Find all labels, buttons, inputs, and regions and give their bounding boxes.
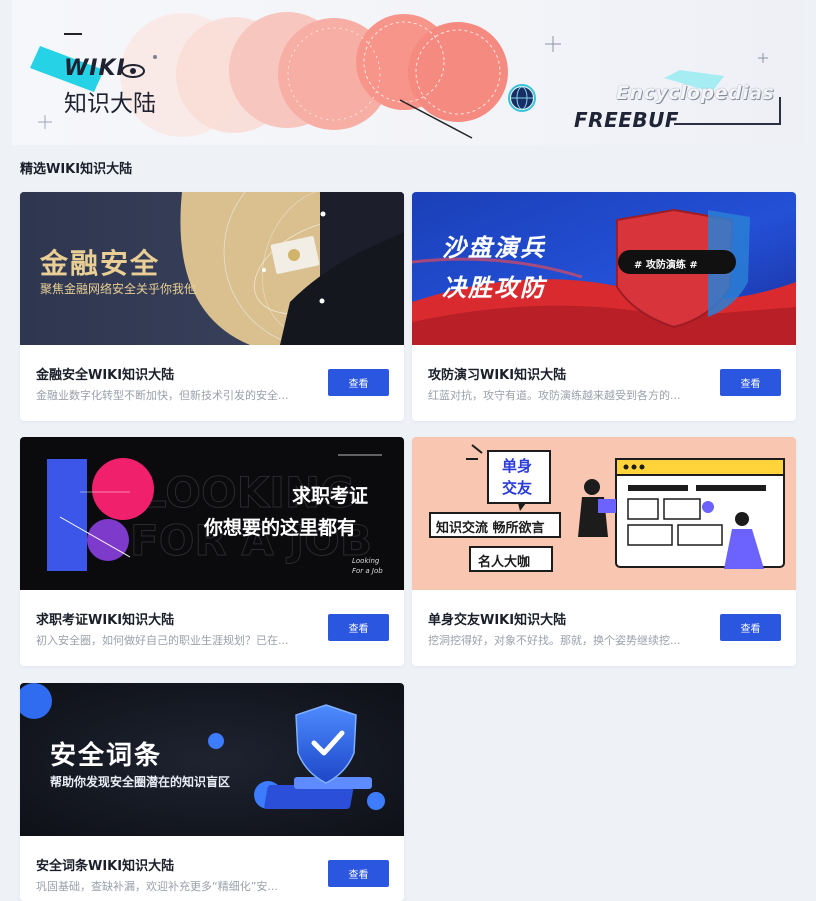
banner-graphic (30, 12, 781, 139)
card-cover-image: 沙盘演兵 决胜攻防 # 攻防演练 # (412, 192, 796, 345)
freebuf-logo-text: FREEBUF (574, 108, 680, 132)
cover-small-1: Looking (352, 557, 380, 565)
card-cover-image: 安全词条 帮助你发现安全圈潜在的知识盲区 (20, 683, 404, 836)
card-title: 安全词条WIKI知识大陆 (36, 859, 175, 874)
card-cover-image: 金融安全 聚焦金融网络安全关乎你我他 (20, 192, 404, 345)
wiki-card-finance[interactable]: 金融安全 聚焦金融网络安全关乎你我他 金融安全WIKI知识大陆 金融业数字化转型… (20, 192, 404, 421)
card-description: 金融业数字化转型不断加快，但新技术引发的安全... (36, 389, 289, 402)
view-button[interactable]: 查看 (328, 369, 389, 396)
view-button[interactable]: 查看 (328, 614, 389, 641)
cover-title-1: 求职考证 (292, 485, 369, 507)
wiki-card-glossary[interactable]: 安全词条 帮助你发现安全圈潜在的知识盲区 安全词条WIKI知识大陆 巩固基础，查… (20, 683, 404, 901)
cover-tag-2: 名人大咖 (478, 555, 531, 570)
wiki-card-job[interactable]: LOOKING FOR A JOB 求职考证 你想要的这里都有 Looking … (20, 437, 404, 666)
cover-tag: # 攻防演练 # (634, 260, 698, 271)
card-cover-image: LOOKING FOR A JOB 求职考证 你想要的这里都有 Looking … (20, 437, 404, 590)
cover-title: 金融安全 (40, 247, 161, 280)
banner-subtitle: 知识大陆 (64, 91, 156, 117)
card-description: 巩固基础，查缺补漏，欢迎补充更多“精细化”安... (36, 880, 278, 893)
card-description: 挖洞挖得好，对象不好找。那就，换个姿势继续挖... (428, 634, 681, 647)
card-title: 攻防演习WIKI知识大陆 (428, 368, 567, 383)
card-title: 单身交友WIKI知识大陆 (428, 613, 567, 628)
view-button[interactable]: 查看 (328, 860, 389, 887)
wiki-logo-text: WIKI (64, 56, 126, 81)
cover-title-2: 你想要的这里都有 (204, 517, 357, 539)
wiki-banner: WIKI 知识大陆 Encyclopedias FREEBUF (12, 0, 804, 145)
view-button[interactable]: 查看 (720, 369, 781, 396)
cover-bubble-1: 单身 (502, 457, 533, 475)
card-description: 红蓝对抗，攻守有道。攻防演练越来越受到各方的... (428, 389, 681, 402)
cover-title: 安全词条 (50, 741, 163, 771)
cover-title-1: 沙盘演兵 (442, 234, 546, 262)
card-title: 金融安全WIKI知识大陆 (36, 368, 175, 383)
wiki-card-social[interactable]: 单身 交友 知识交流 畅所欲言 名人大咖 单身交友WIKI知识大陆 挖洞挖得好，… (412, 437, 796, 666)
cover-subtitle: 聚焦金融网络安全关乎你我他 (40, 282, 197, 296)
cover-small-2: For a Job (352, 567, 383, 575)
cover-title-2: 决胜攻防 (442, 274, 546, 302)
cover-subtitle: 帮助你发现安全圈潜在的知识盲区 (50, 775, 231, 789)
card-title: 求职考证WIKI知识大陆 (36, 613, 175, 628)
cover-tag-1: 知识交流 畅所欲言 (436, 521, 545, 536)
encyclopedias-text: Encyclopedias (616, 82, 775, 104)
wiki-card-attack-defense[interactable]: 沙盘演兵 决胜攻防 # 攻防演练 # 攻防演习WIKI知识大陆 红蓝对抗，攻守有… (412, 192, 796, 421)
cover-bubble-2: 交友 (502, 479, 533, 497)
card-description: 初入安全圈，如何做好自己的职业生涯规划？已在... (36, 634, 289, 647)
section-title: 精选WIKI知识大陆 (20, 162, 133, 177)
card-cover-image: 单身 交友 知识交流 畅所欲言 名人大咖 (412, 437, 796, 590)
view-button[interactable]: 查看 (720, 614, 781, 641)
